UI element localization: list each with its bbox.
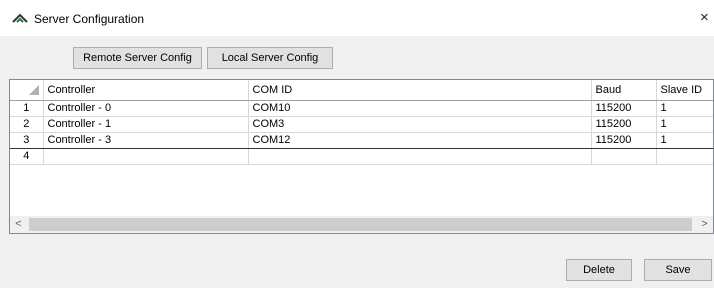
row-header[interactable]: 4 (10, 148, 44, 165)
table-row[interactable]: 4 (10, 148, 713, 165)
cell-slave-id[interactable] (656, 148, 713, 165)
cell-com-id[interactable]: COM10 (248, 100, 592, 117)
scrollbar-thumb[interactable] (29, 218, 692, 231)
row-header[interactable]: 1 (10, 100, 44, 117)
grid-table: Controller COM ID Baud Slave ID 1 Contro… (10, 80, 713, 165)
row-header[interactable]: 2 (10, 116, 44, 133)
window-title: Server Configuration (34, 12, 145, 26)
cell-slave-id[interactable]: 1 (656, 100, 713, 117)
scroll-left-arrow-icon[interactable]: < (10, 216, 27, 233)
select-all-corner[interactable] (10, 80, 44, 101)
title-bar: Server Configuration × (0, 0, 714, 36)
cell-slave-id[interactable]: 1 (656, 116, 713, 133)
cell-com-id[interactable]: COM3 (248, 116, 592, 133)
remote-server-config-button[interactable]: Remote Server Config (73, 47, 202, 69)
column-header-controller[interactable]: Controller (43, 80, 249, 101)
app-logo-icon (12, 13, 28, 23)
column-header-slave-id[interactable]: Slave ID (656, 80, 713, 101)
save-button[interactable]: Save (644, 259, 712, 281)
cell-controller[interactable]: Controller - 1 (43, 116, 249, 133)
cell-baud[interactable]: 115200 (591, 100, 657, 117)
table-row[interactable]: 1 Controller - 0 COM10 115200 1 (10, 100, 713, 117)
table-row[interactable]: 3 Controller - 3 COM12 115200 1 (10, 131, 713, 149)
cell-baud[interactable]: 115200 (591, 131, 657, 149)
row-header[interactable]: 3 (10, 131, 44, 149)
cell-baud[interactable] (591, 148, 657, 165)
cell-baud[interactable]: 115200 (591, 116, 657, 133)
table-row[interactable]: 2 Controller - 1 COM3 115200 1 (10, 116, 713, 133)
cell-slave-id[interactable]: 1 (656, 131, 713, 149)
column-header-com-id[interactable]: COM ID (248, 80, 592, 101)
cell-controller[interactable]: Controller - 0 (43, 100, 249, 117)
cell-controller[interactable]: Controller - 3 (43, 131, 249, 149)
close-icon[interactable]: × (700, 8, 714, 28)
cell-controller[interactable] (43, 148, 249, 165)
delete-button[interactable]: Delete (566, 259, 632, 281)
cell-com-id[interactable] (248, 148, 592, 165)
grid-header-row: Controller COM ID Baud Slave ID (10, 80, 713, 101)
local-server-config-button[interactable]: Local Server Config (207, 47, 333, 69)
column-header-baud[interactable]: Baud (591, 80, 657, 101)
horizontal-scrollbar[interactable]: < > (10, 216, 713, 233)
select-all-icon (28, 84, 39, 95)
server-config-grid[interactable]: Controller COM ID Baud Slave ID 1 Contro… (9, 79, 714, 234)
scroll-right-arrow-icon[interactable]: > (696, 216, 713, 233)
cell-com-id[interactable]: COM12 (248, 131, 592, 149)
